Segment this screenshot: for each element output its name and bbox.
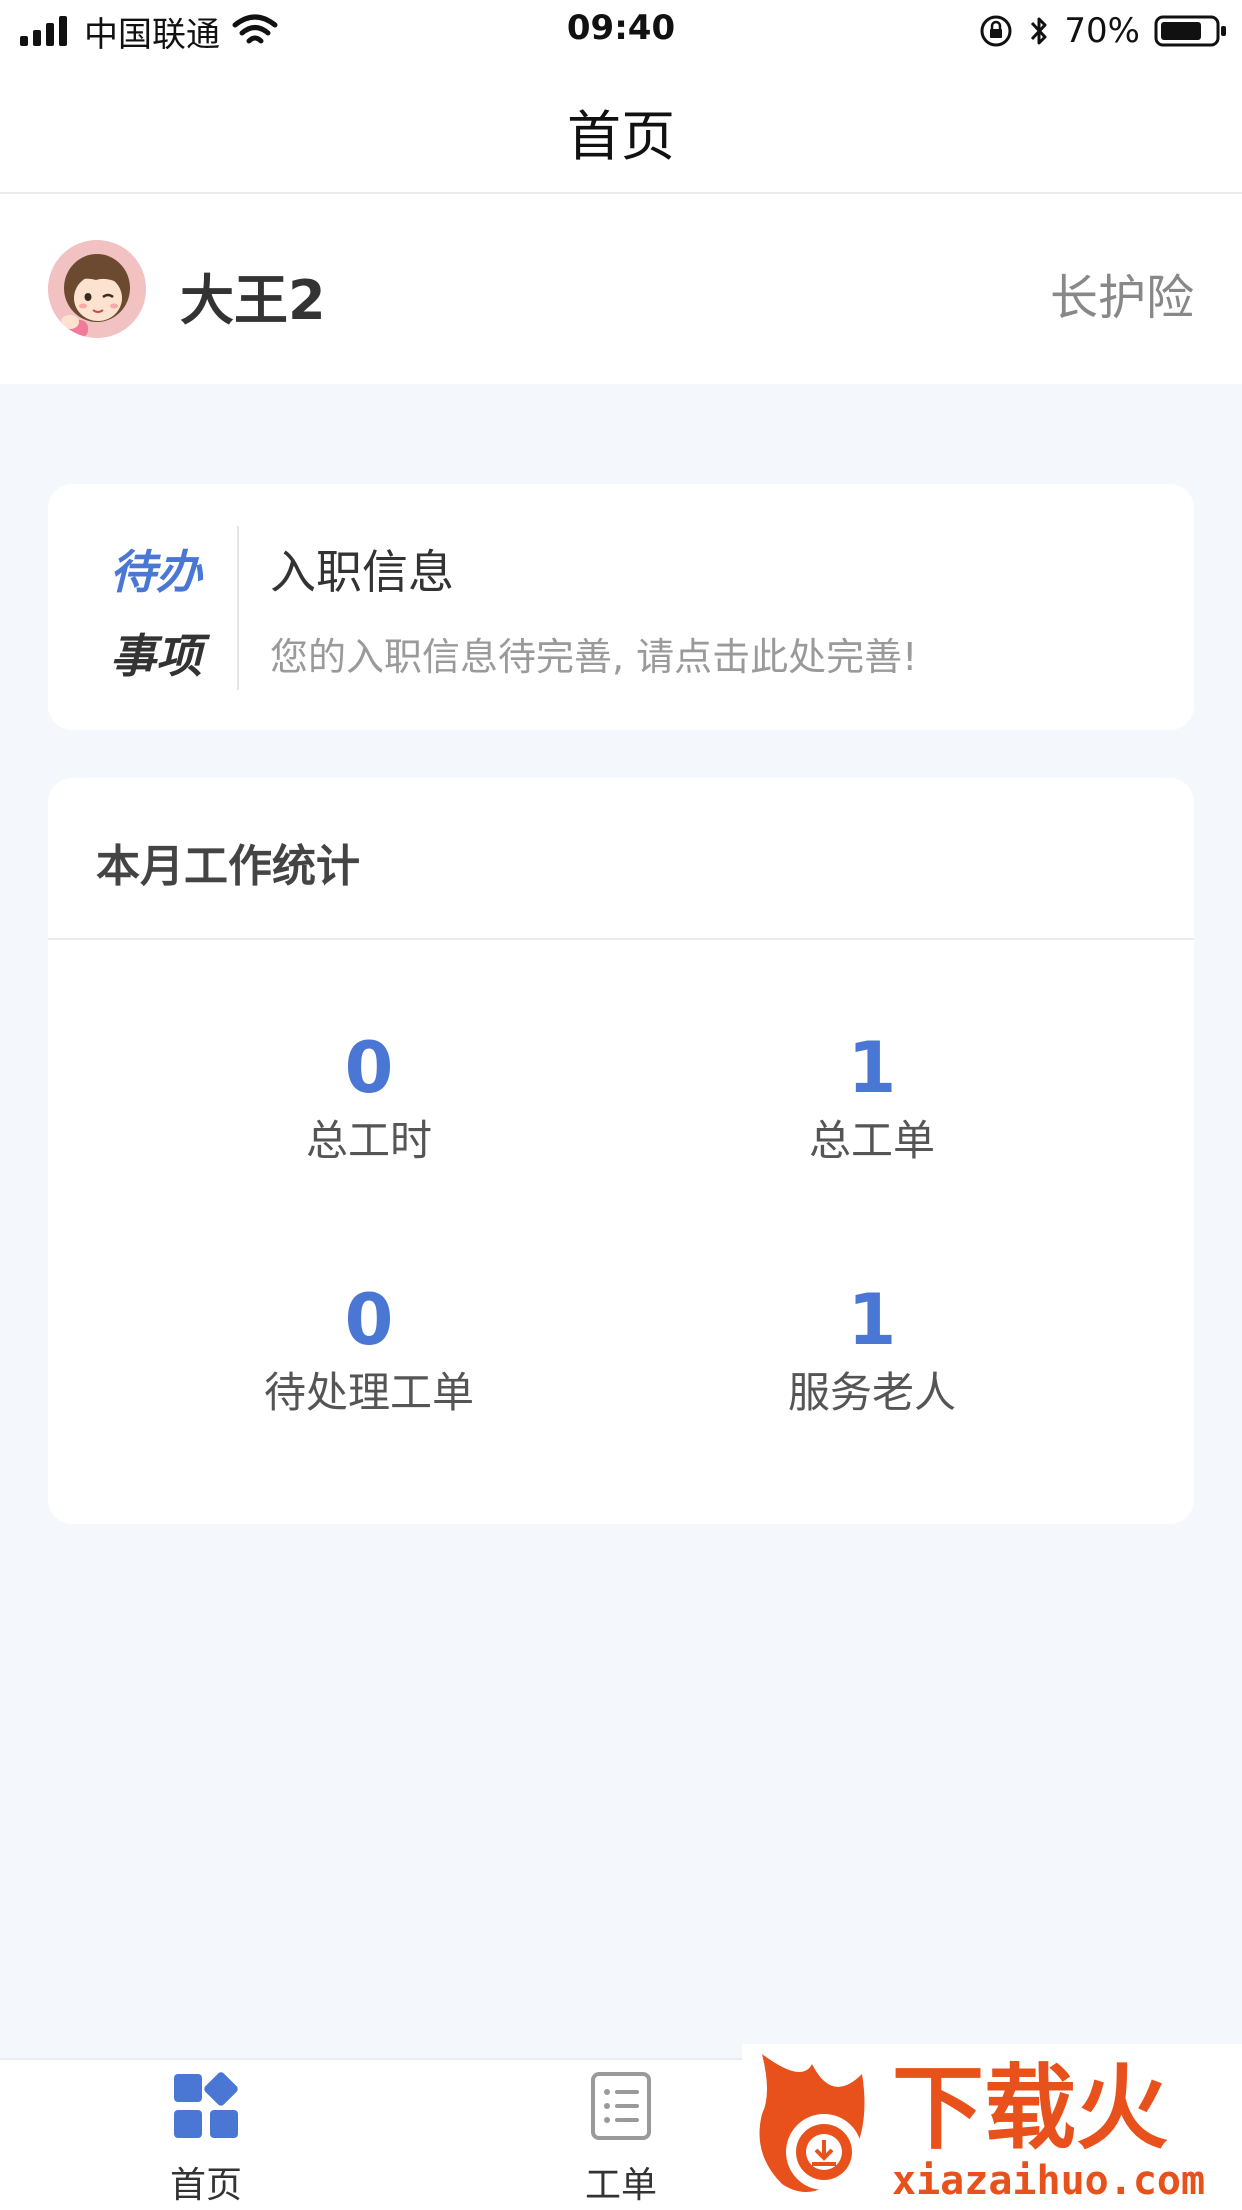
stats-title: 本月工作统计 [96, 841, 360, 892]
user-row: 大王2 长护险 [0, 194, 1242, 384]
stats-divider [48, 938, 1194, 940]
stats-card: 本月工作统计 0 总工时 1 总工单 0 待处理工单 1 服务老人 [48, 778, 1194, 1524]
grid-icon [174, 2072, 238, 2138]
svg-text:xiazaihuo.com: xiazaihuo.com [892, 2158, 1205, 2204]
stat-value: 1 [847, 1027, 897, 1109]
avatar[interactable] [48, 240, 146, 338]
bluetooth-icon [1031, 17, 1047, 45]
avatar-image [48, 240, 146, 338]
todo-label-line2: 事项 [110, 629, 202, 683]
stat-total-orders[interactable]: 1 总工单 [672, 1028, 1072, 1166]
todo-card[interactable]: 待办 事项 入职信息 您的入职信息待完善, 请点击此处完善! [48, 484, 1194, 730]
stat-value: 0 [344, 1027, 394, 1109]
stat-label: 服务老人 [787, 1368, 956, 1417]
user-name: 大王2 [180, 269, 326, 332]
stat-label: 总工时 [305, 1116, 432, 1165]
stat-value: 1 [847, 1279, 897, 1361]
todo-divider [237, 526, 239, 690]
page-title: 首页 [567, 105, 675, 168]
stat-label: 待处理工单 [263, 1368, 474, 1417]
tab-work-orders[interactable]: 工单 [521, 2070, 721, 2208]
tab-home-label: 首页 [169, 2165, 242, 2206]
tab-work-orders-label: 工单 [584, 2165, 657, 2206]
todo-title: 入职信息 [270, 545, 454, 599]
stat-served-elders[interactable]: 1 服务老人 [672, 1280, 1072, 1418]
stat-value: 0 [344, 1279, 394, 1361]
rotation-lock-icon [980, 15, 1012, 47]
status-bar: 中国联通 09:40 70% [0, 0, 1242, 62]
battery-icon [1154, 15, 1226, 47]
svg-text:下载火: 下载火 [892, 2055, 1168, 2162]
status-right: 70% [978, 8, 1228, 54]
list-icon [591, 2072, 651, 2140]
app-header: 首页 [0, 62, 1242, 194]
stat-label: 总工单 [808, 1116, 935, 1165]
insurance-link[interactable]: 长护险 [1050, 258, 1194, 328]
todo-description: 您的入职信息待完善, 请点击此处完善! [270, 635, 918, 679]
stat-total-hours[interactable]: 0 总工时 [169, 1028, 569, 1166]
todo-label-line1: 待办 [110, 545, 202, 599]
battery-percent: 70% [1064, 11, 1140, 51]
stat-pending-orders[interactable]: 0 待处理工单 [169, 1280, 569, 1418]
watermark-logo: 下载火 xiazaihuo.com [742, 2044, 1242, 2208]
tab-home[interactable]: 首页 [106, 2070, 306, 2208]
